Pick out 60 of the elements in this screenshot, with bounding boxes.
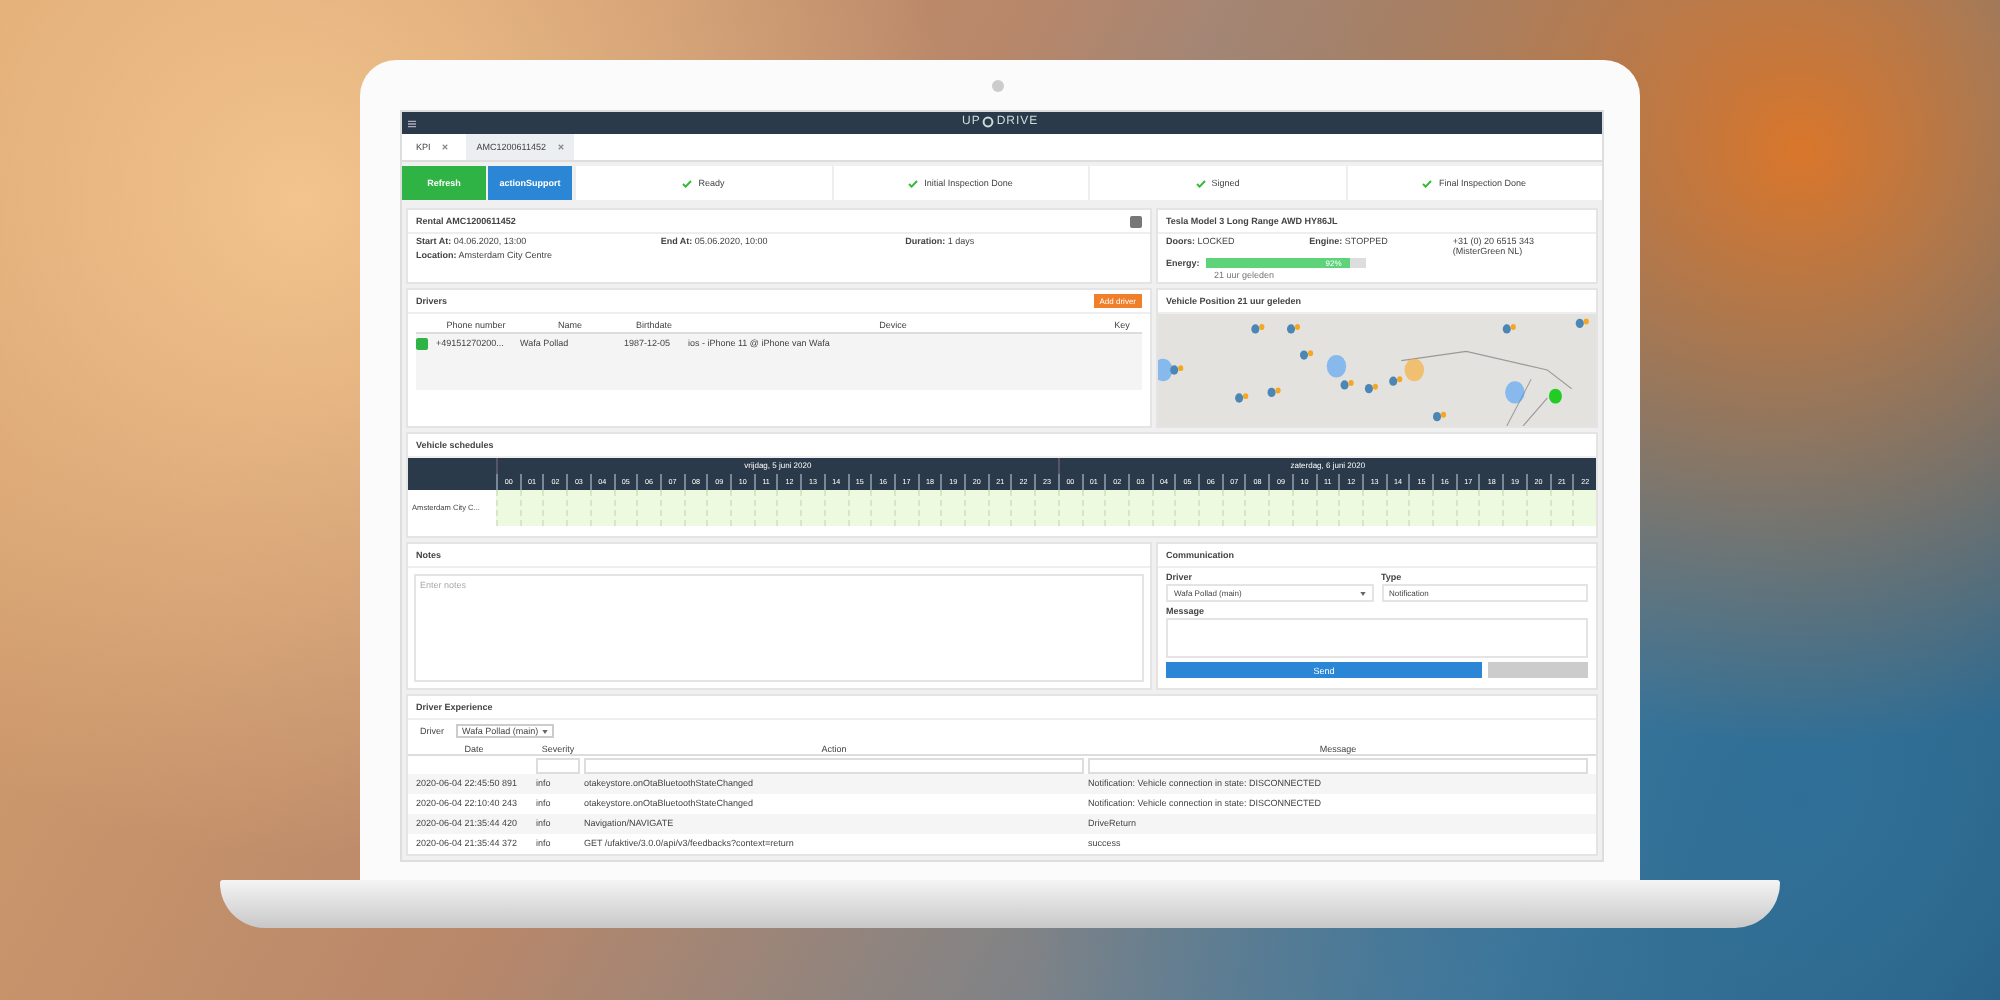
schedule-slot[interactable]: [1198, 490, 1222, 526]
schedule-slot[interactable]: [987, 490, 1011, 526]
schedule-slot[interactable]: [659, 490, 684, 526]
schedule-slot[interactable]: [589, 490, 613, 526]
schedule-slot[interactable]: [496, 490, 520, 526]
schedule-slot[interactable]: [1221, 490, 1245, 526]
schedule-slot[interactable]: [730, 490, 754, 526]
schedule-slot[interactable]: [613, 490, 637, 526]
gear-icon: [982, 116, 995, 128]
schedule-slot[interactable]: [1361, 490, 1386, 526]
close-icon[interactable]: [442, 144, 449, 150]
schedule-slot[interactable]: [1502, 490, 1526, 526]
schedule-slot[interactable]: [1408, 490, 1433, 526]
schedule-slot[interactable]: [1549, 490, 1573, 526]
schedule-slot[interactable]: [1081, 490, 1105, 526]
schedule-slot[interactable]: [1572, 490, 1596, 526]
schedule-slot[interactable]: [1315, 490, 1339, 526]
schedule-slot[interactable]: [940, 490, 965, 526]
menu-icon[interactable]: [408, 119, 416, 127]
schedule-slot[interactable]: [823, 490, 848, 526]
filter-field[interactable]: [1088, 757, 1588, 774]
schedule-slot[interactable]: [683, 490, 707, 526]
schedule-slot[interactable]: [1432, 490, 1456, 526]
schedule-slot[interactable]: [776, 490, 801, 526]
schedule-slot[interactable]: [917, 490, 941, 526]
schedule-slot[interactable]: [800, 490, 824, 526]
schedule-slot[interactable]: [636, 490, 660, 526]
schedule-slot[interactable]: [1478, 490, 1503, 526]
schedule-slot[interactable]: [1127, 490, 1152, 526]
schedule-slot[interactable]: [1385, 490, 1409, 526]
schedule-slot[interactable]: [893, 490, 918, 526]
message-field[interactable]: [1166, 618, 1588, 658]
camera-dot: [992, 80, 1004, 92]
schedule-slot[interactable]: [1034, 490, 1058, 526]
filter-field[interactable]: [536, 757, 580, 774]
schedule-slot[interactable]: [1291, 490, 1316, 526]
schedule-slot[interactable]: [542, 490, 567, 526]
schedule-slot[interactable]: [847, 490, 871, 526]
schedule-slot[interactable]: [1268, 490, 1292, 526]
schedule-slot[interactable]: [1244, 490, 1269, 526]
caret-icon: [1359, 591, 1365, 595]
schedule-slot[interactable]: [1525, 490, 1550, 526]
schedule-slot[interactable]: [1104, 490, 1128, 526]
schedule-slot[interactable]: [964, 490, 988, 526]
schedule-slot[interactable]: [1455, 490, 1479, 526]
schedule-slot[interactable]: [566, 490, 590, 526]
secondary-button[interactable]: [1488, 662, 1588, 678]
schedule-slot[interactable]: [706, 490, 731, 526]
schedule-slot[interactable]: [519, 490, 543, 526]
close-icon[interactable]: [557, 144, 564, 150]
schedule-slot[interactable]: [753, 490, 777, 526]
schedule-slot[interactable]: [1057, 490, 1082, 526]
filter-field[interactable]: [584, 757, 1084, 774]
schedule-slot[interactable]: [1174, 490, 1199, 526]
schedule-slot[interactable]: [1151, 490, 1175, 526]
schedule-slot[interactable]: [1010, 490, 1035, 526]
schedule-slot[interactable]: [870, 490, 894, 526]
caret-icon: [542, 729, 549, 733]
schedule-header-corner: [408, 458, 496, 490]
schedule-slot[interactable]: [1338, 490, 1362, 526]
